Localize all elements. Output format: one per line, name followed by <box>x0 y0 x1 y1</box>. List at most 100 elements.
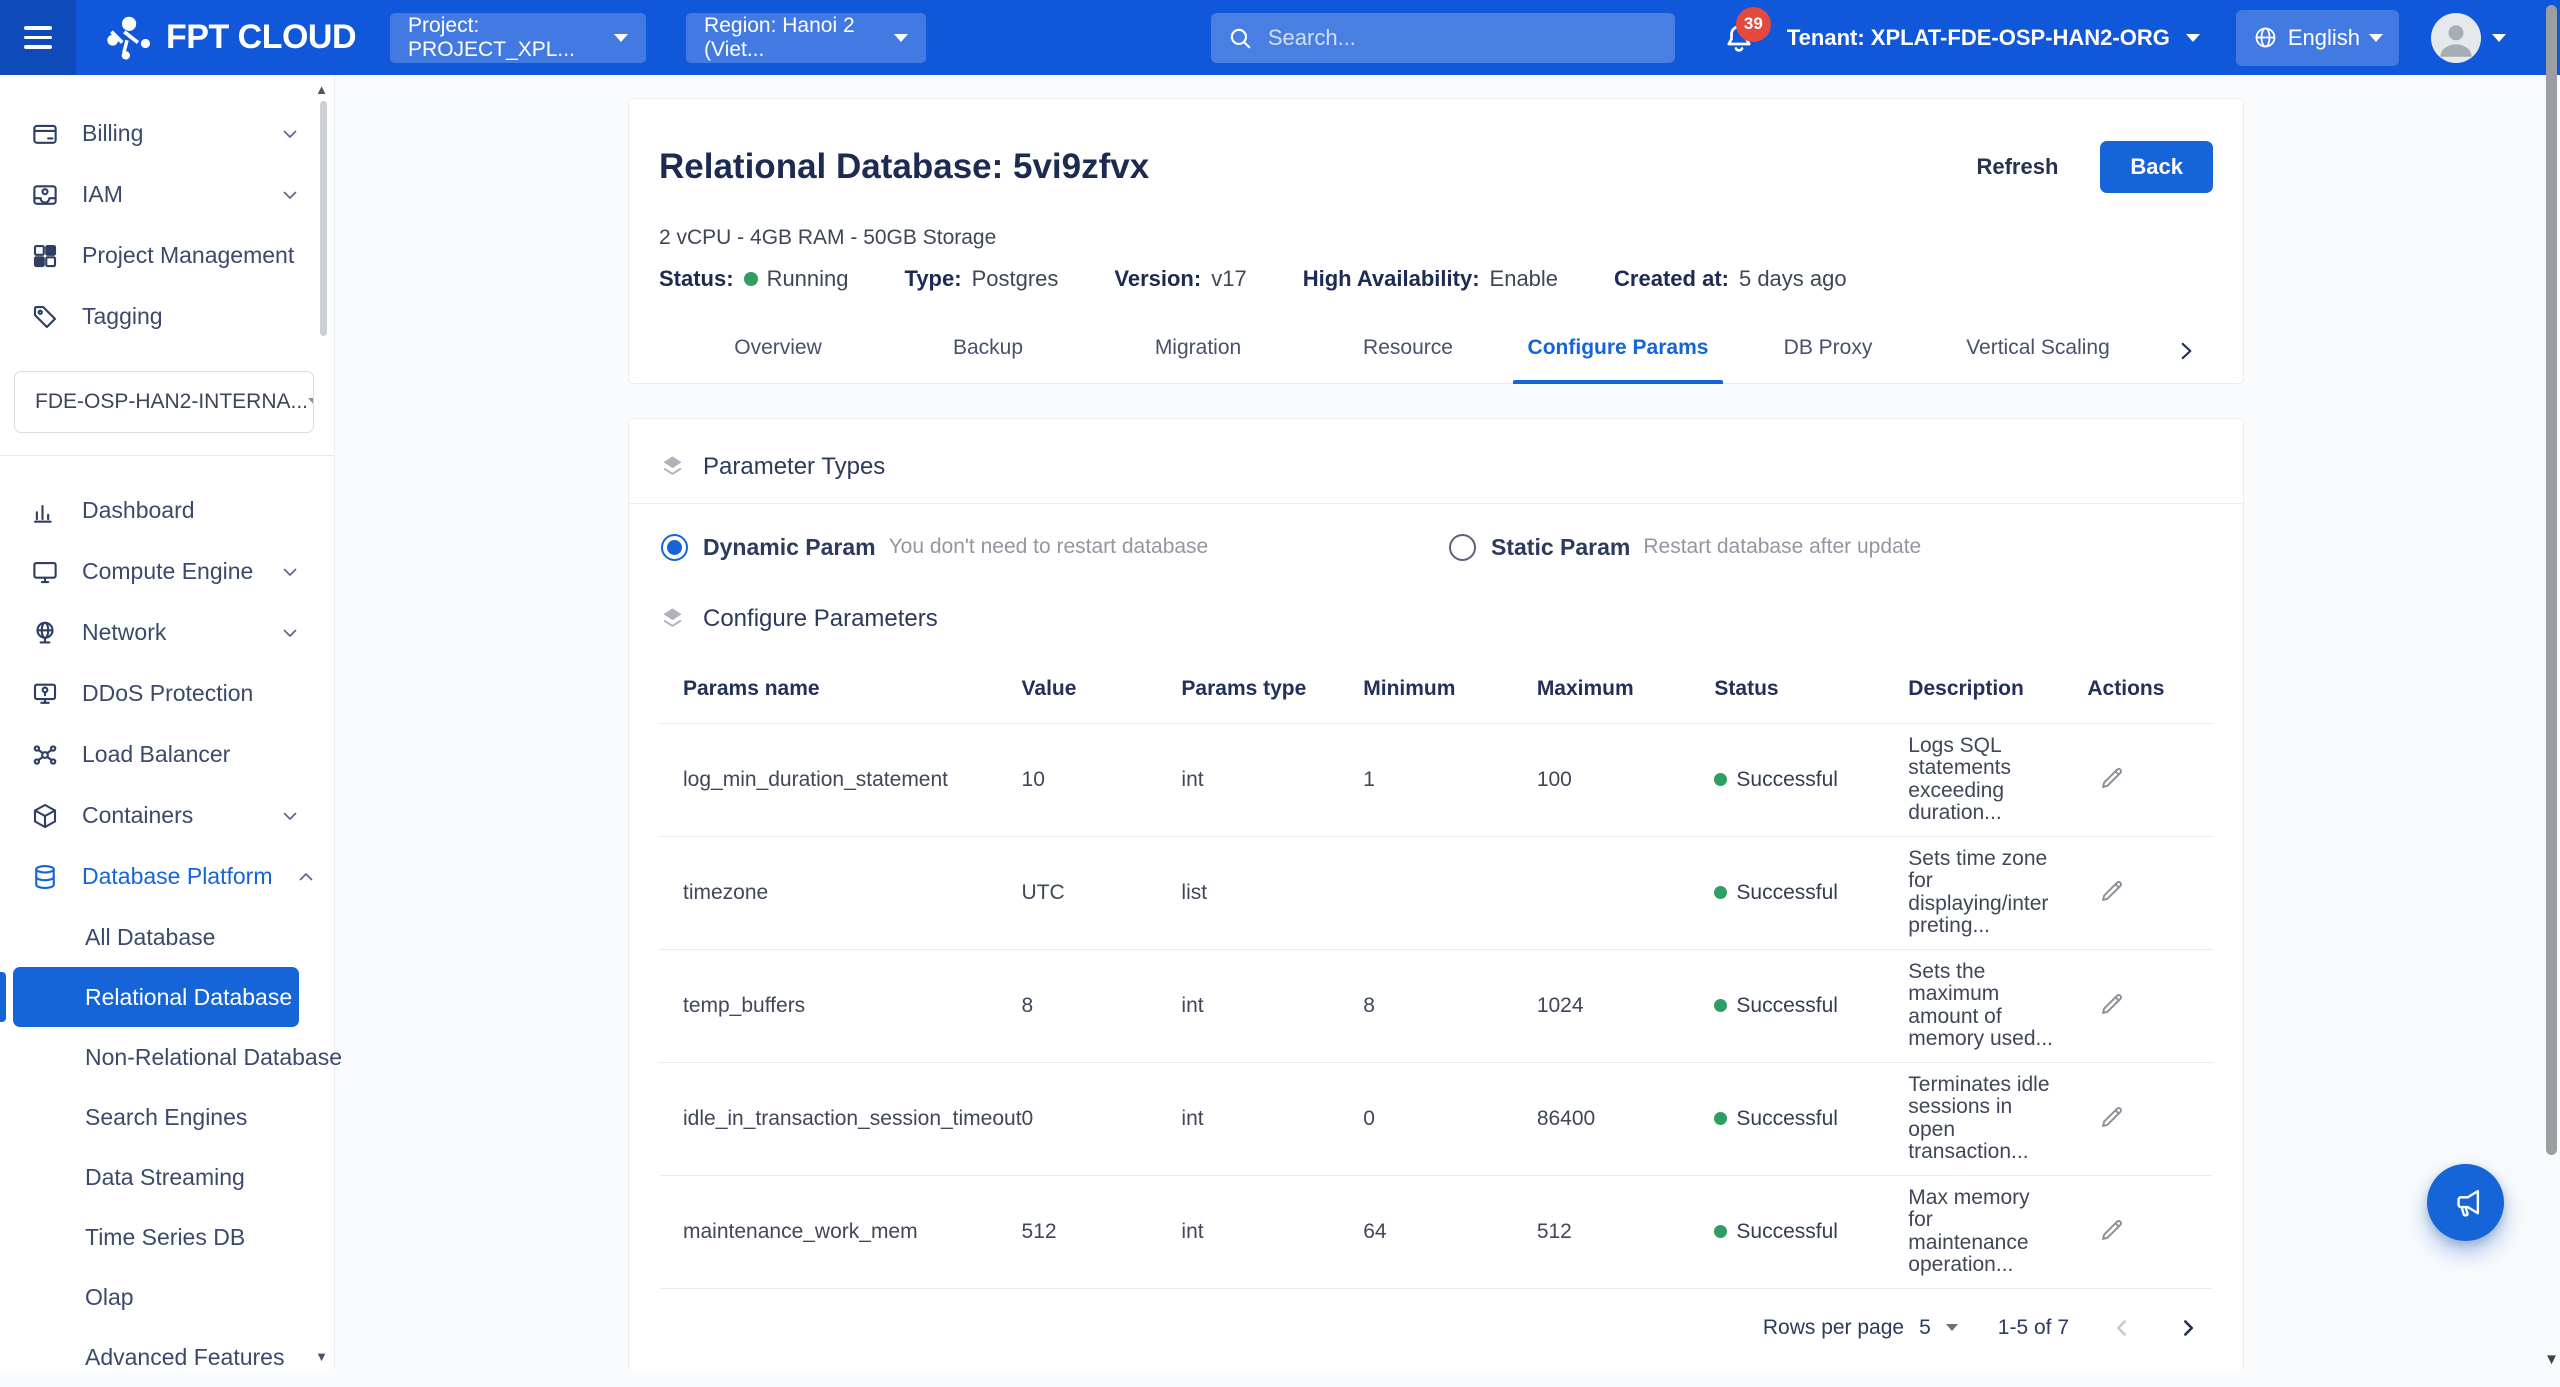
language-selector[interactable]: English <box>2236 10 2399 66</box>
parameter-type-options: Dynamic Param You don't need to restart d… <box>659 534 2213 561</box>
sidebar-item-dashboard[interactable]: Dashboard <box>0 480 334 541</box>
sidebar-item-label: Load Balancer <box>82 741 230 768</box>
cell-minimum: 64 <box>1363 1175 1537 1288</box>
sidebar-top-section: BillingIAMProject ManagementTagging <box>0 75 334 347</box>
status-dot <box>1714 773 1727 786</box>
sidebar-subitem-data-streaming[interactable]: Data Streaming <box>13 1147 299 1207</box>
cell-params-type: int <box>1181 949 1363 1062</box>
sidebar-item-containers[interactable]: Containers <box>0 785 334 846</box>
workspace-select[interactable]: FDE-OSP-HAN2-INTERNA... <box>14 371 314 433</box>
rows-per-page-select[interactable]: Rows per page 5 <box>1763 1316 1958 1340</box>
sidebar-subitem-label: Olap <box>85 1284 134 1311</box>
database-icon <box>30 862 60 892</box>
notifications-button[interactable]: 39 <box>1721 20 1757 56</box>
status-dot <box>744 272 758 286</box>
chevron-down-icon <box>278 804 302 828</box>
cell-actions <box>2087 723 2213 836</box>
tab-overview[interactable]: Overview <box>673 320 883 383</box>
sidebar-subitem-label: All Database <box>85 924 215 951</box>
billing-icon <box>30 119 60 149</box>
rows-per-page-value: 5 <box>1919 1316 1931 1340</box>
sidebar-scroll-up-icon[interactable]: ▲ <box>315 83 328 96</box>
sidebar-item-compute-engine[interactable]: Compute Engine <box>0 541 334 602</box>
tab-vertical-scaling[interactable]: Vertical Scaling <box>1933 320 2143 383</box>
sidebar-item-label: Network <box>82 619 166 646</box>
radio-hint: You don't need to restart database <box>889 535 1209 559</box>
meta-value: Enable <box>1490 266 1559 291</box>
sidebar-scrollbar-thumb[interactable] <box>320 101 327 336</box>
edit-param-button[interactable] <box>2087 760 2130 800</box>
page-scrollbar: ▼ <box>2544 0 2560 1369</box>
cell-status: Successful <box>1714 723 1908 836</box>
caret-down-icon <box>2369 34 2383 42</box>
tabs-bar: OverviewBackupMigrationResourceConfigure… <box>659 320 2213 383</box>
sidebar-item-iam[interactable]: IAM <box>0 164 334 225</box>
cell-status: Successful <box>1714 949 1908 1062</box>
status-dot <box>1714 1225 1727 1238</box>
notification-badge: 39 <box>1736 7 1771 42</box>
refresh-button[interactable]: Refresh <box>1970 153 2064 181</box>
tab-resource[interactable]: Resource <box>1303 320 1513 383</box>
sidebar-item-tagging[interactable]: Tagging <box>0 286 334 347</box>
page-scroll-down-icon[interactable]: ▼ <box>2544 1352 2559 1367</box>
edit-param-button[interactable] <box>2087 873 2130 913</box>
sidebar-subitem-search-engines[interactable]: Search Engines <box>13 1087 299 1147</box>
sidebar-subitem-all-database[interactable]: All Database <box>13 907 299 967</box>
chevron-right-icon <box>2175 1315 2201 1341</box>
dashboard-icon <box>30 496 60 526</box>
sidebar-item-label: DDoS Protection <box>82 680 253 707</box>
iam-icon <box>30 180 60 210</box>
sidebar-subitem-time-series-db[interactable]: Time Series DB <box>13 1207 299 1267</box>
edit-param-button[interactable] <box>2087 1212 2130 1252</box>
cell-description: Logs SQL statements exceeding duration..… <box>1908 723 2087 836</box>
sidebar-subitem-relational-database[interactable]: Relational Database <box>13 967 299 1027</box>
sidebar-item-load-balancer[interactable]: Load Balancer <box>0 724 334 785</box>
pagination: Rows per page 5 1-5 of 7 <box>659 1289 2213 1369</box>
radio-selected-icon <box>661 534 688 561</box>
sidebar-subitem-olap[interactable]: Olap <box>13 1267 299 1327</box>
status-dot <box>1714 886 1727 899</box>
sidebar-item-label: Database Platform <box>82 863 272 890</box>
tab-migration[interactable]: Migration <box>1093 320 1303 383</box>
tab-db-proxy[interactable]: DB Proxy <box>1723 320 1933 383</box>
cell-value: 512 <box>1022 1175 1182 1288</box>
sidebar-subitem-label: Data Streaming <box>85 1164 245 1191</box>
sidebar-item-billing[interactable]: Billing <box>0 103 334 164</box>
table-header-row: Params nameValueParams typeMinimumMaximu… <box>659 657 2213 724</box>
region-selector[interactable]: Region: Hanoi 2 (Viet... <box>686 13 926 63</box>
tabs-overflow-chevron-right-icon[interactable] <box>2173 338 2199 364</box>
next-page-button[interactable] <box>2175 1315 2201 1341</box>
sidebar-subitem-label: Relational Database <box>85 984 292 1011</box>
tab-backup[interactable]: Backup <box>883 320 1093 383</box>
radio-dynamic-param[interactable]: Dynamic Param You don't need to restart d… <box>661 534 1449 561</box>
status-dot <box>1714 1112 1727 1125</box>
caret-down-icon <box>2186 34 2200 42</box>
sidebar-subitem-advanced-features[interactable]: Advanced Features <box>13 1327 299 1387</box>
layers-icon <box>659 605 686 632</box>
sidebar-scroll-down-icon[interactable]: ▼ <box>315 1350 328 1363</box>
search-input[interactable] <box>1266 24 1659 52</box>
tenant-selector[interactable]: Tenant: XPLAT-FDE-OSP-HAN2-ORG <box>1787 25 2200 51</box>
sidebar-item-project-management[interactable]: Project Management <box>0 225 334 286</box>
sidebar-item-network[interactable]: Network <box>0 602 334 663</box>
user-menu[interactable] <box>2431 13 2506 63</box>
edit-param-button[interactable] <box>2087 986 2130 1026</box>
project-selector[interactable]: Project: PROJECT_XPL... <box>390 13 646 63</box>
page-scrollbar-thumb[interactable] <box>2546 5 2557 1155</box>
cell-minimum: 1 <box>1363 723 1537 836</box>
edit-param-button[interactable] <box>2087 1099 2130 1139</box>
column-header-params-type: Params type <box>1181 657 1363 724</box>
sidebar-subitem-label: Non-Relational Database <box>85 1044 342 1071</box>
feedback-fab[interactable] <box>2427 1164 2504 1241</box>
sidebar-item-database-platform[interactable]: Database Platform <box>0 846 334 907</box>
back-button[interactable]: Back <box>2100 141 2213 193</box>
radio-unselected-icon <box>1449 534 1476 561</box>
radio-label: Dynamic Param <box>703 534 876 561</box>
hamburger-menu-icon[interactable] <box>0 0 76 75</box>
sidebar-subitem-non-relational-database[interactable]: Non-Relational Database <box>13 1027 299 1087</box>
sidebar-item-label: Dashboard <box>82 497 195 524</box>
tab-configure-params[interactable]: Configure Params <box>1513 320 1723 383</box>
previous-page-button[interactable] <box>2109 1315 2135 1341</box>
radio-static-param[interactable]: Static ParamRestart database after updat… <box>1449 534 1921 561</box>
sidebar-item-ddos-protection[interactable]: DDoS Protection <box>0 663 334 724</box>
